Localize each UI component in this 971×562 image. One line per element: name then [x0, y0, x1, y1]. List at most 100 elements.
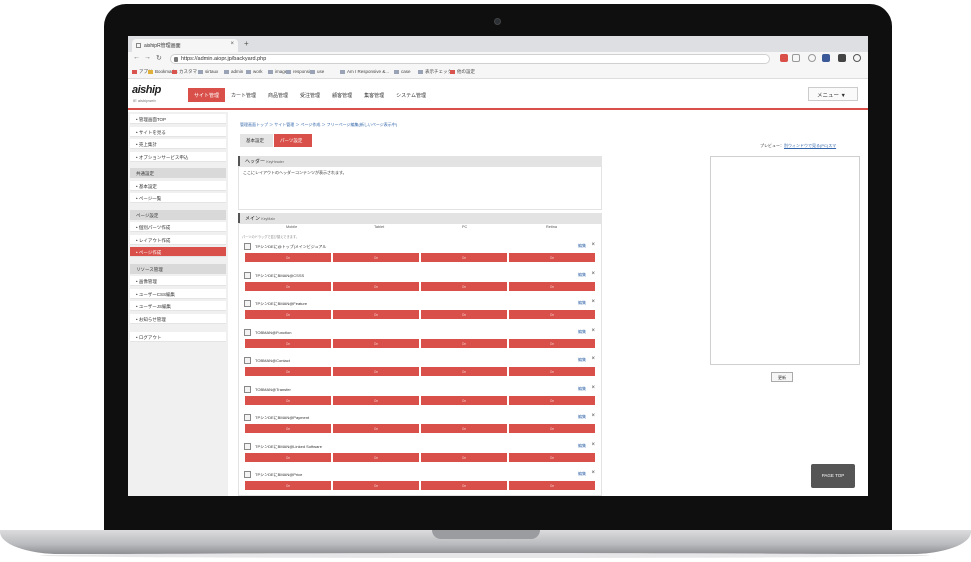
sidebar-item[interactable]: • ユーザーJS編集: [130, 301, 226, 311]
device-on-toggle[interactable]: On: [509, 424, 595, 433]
sidebar-item[interactable]: • 個別パーツ作成: [130, 222, 226, 232]
profile-icon[interactable]: [838, 54, 846, 62]
part-block[interactable]: TOBMAN@Contact 編集 × On On On On: [242, 355, 598, 379]
sidebar-item[interactable]: • 売上集計: [130, 139, 226, 149]
nav-item[interactable]: カート管理: [225, 88, 262, 102]
drag-handle-icon[interactable]: [244, 385, 251, 393]
sidebar-item[interactable]: • レイアウト作成: [130, 234, 226, 245]
device-on-toggle[interactable]: On: [509, 253, 595, 262]
part-block[interactable]: TPシンDEにBMAN@Price 編集 × On On On On: [242, 469, 598, 493]
sidebar-item[interactable]: • ページ一覧: [130, 193, 226, 203]
close-tab-icon[interactable]: ×: [230, 41, 234, 47]
circle-extension-icon[interactable]: [808, 54, 816, 62]
sidebar-item[interactable]: • お知らせ管理: [130, 313, 226, 324]
device-on-toggle[interactable]: On: [245, 395, 331, 405]
nav-item[interactable]: システム管理: [390, 88, 432, 102]
device-on-toggle[interactable]: On: [509, 310, 595, 319]
close-icon[interactable]: ×: [591, 328, 595, 334]
device-on-toggle[interactable]: On: [333, 424, 419, 433]
nav-item[interactable]: サイト管理: [188, 88, 226, 102]
menu-button[interactable]: メニュー ▼: [808, 87, 858, 101]
bookmark-item[interactable]: 表示チェック: [418, 69, 452, 75]
device-on-toggle[interactable]: On: [509, 395, 595, 405]
bookmark-item[interactable]: sirtaux: [198, 69, 218, 74]
back-icon[interactable]: ←: [133, 54, 140, 61]
device-on-toggle[interactable]: On: [245, 367, 331, 376]
new-tab-icon[interactable]: +: [244, 39, 249, 48]
sidebar-item[interactable]: • ページ作成: [130, 247, 226, 257]
device-on-toggle[interactable]: On: [245, 424, 331, 433]
nav-item[interactable]: 受注管理: [294, 88, 326, 102]
edit-link[interactable]: 編集: [578, 471, 586, 477]
reload-icon[interactable]: ↻: [156, 54, 162, 62]
device-on-toggle[interactable]: On: [245, 310, 331, 319]
nav-item[interactable]: 商品管理: [262, 88, 294, 102]
part-block[interactable]: TOBMAN@Function 編集 × On On On On: [242, 327, 598, 351]
address-bar[interactable]: https://admin.aiopr.jp/backyard.php: [170, 54, 770, 64]
device-on-toggle[interactable]: On: [421, 367, 507, 376]
device-on-toggle[interactable]: On: [421, 452, 507, 462]
edit-link[interactable]: 編集: [578, 329, 586, 335]
close-icon[interactable]: ×: [591, 385, 595, 391]
close-icon[interactable]: ×: [591, 470, 595, 476]
edit-link[interactable]: 編集: [578, 443, 586, 449]
device-on-toggle[interactable]: On: [421, 395, 507, 405]
device-on-toggle[interactable]: On: [509, 281, 595, 291]
device-on-toggle[interactable]: On: [333, 310, 419, 319]
device-on-toggle[interactable]: On: [333, 481, 419, 490]
close-icon[interactable]: ×: [591, 299, 595, 305]
close-icon[interactable]: ×: [591, 413, 595, 419]
edit-link[interactable]: 編集: [578, 357, 586, 363]
edit-link[interactable]: 編集: [578, 386, 586, 392]
bookmark-item[interactable]: use: [310, 69, 324, 74]
drag-handle-icon[interactable]: [244, 414, 251, 421]
part-block[interactable]: TPシンDEにBMAN@CSSS 編集 × On On On On: [242, 270, 598, 294]
device-on-toggle[interactable]: On: [245, 253, 331, 262]
nav-item[interactable]: 顧客管理: [326, 88, 358, 102]
sidebar-item[interactable]: • ユーザーCSS編集: [130, 288, 226, 299]
edit-link[interactable]: 編集: [578, 243, 586, 249]
device-on-toggle[interactable]: On: [421, 253, 507, 262]
tab-basic-settings[interactable]: 基本設定: [240, 134, 273, 147]
part-block[interactable]: TPシンDEにBMAN@Payment 編集 × On On On On: [242, 412, 598, 436]
drag-handle-icon[interactable]: [244, 328, 251, 336]
part-block[interactable]: TPシンDEにBMAN@Feature 編集 × On On On On: [242, 298, 598, 322]
star-icon[interactable]: [792, 54, 800, 62]
bookmark-item[interactable]: Am I Responsive &...: [340, 69, 389, 74]
bookmark-item[interactable]: カスタマ: [172, 69, 197, 75]
device-on-toggle[interactable]: On: [421, 424, 507, 433]
edit-link[interactable]: 編集: [578, 272, 586, 278]
facebook-extension-icon[interactable]: [822, 54, 830, 62]
drag-handle-icon[interactable]: [244, 442, 251, 450]
device-on-toggle[interactable]: On: [245, 338, 331, 348]
device-on-toggle[interactable]: On: [509, 367, 595, 376]
device-on-toggle[interactable]: On: [421, 281, 507, 291]
close-icon[interactable]: ×: [591, 242, 595, 248]
drag-handle-icon[interactable]: [244, 243, 251, 250]
bookmark-item[interactable]: work: [246, 69, 263, 74]
close-icon[interactable]: ×: [591, 356, 595, 362]
device-on-toggle[interactable]: On: [333, 395, 419, 405]
drag-handle-icon[interactable]: [244, 271, 251, 279]
device-on-toggle[interactable]: On: [333, 253, 419, 262]
drag-handle-icon[interactable]: [244, 471, 251, 478]
device-on-toggle[interactable]: On: [333, 452, 419, 462]
update-button[interactable]: 更新: [771, 372, 793, 382]
browser-tab[interactable]: aishipR管理画面 ×: [132, 39, 238, 52]
sidebar-item[interactable]: • 管理画面TOP: [130, 114, 226, 124]
sidebar-item[interactable]: • 基本設定: [130, 180, 226, 191]
nav-item[interactable]: 集客管理: [358, 88, 390, 102]
device-on-toggle[interactable]: On: [245, 281, 331, 291]
part-block[interactable]: TPシンDEにBMAN@Linked Software 編集 × On On On On: [242, 441, 598, 465]
preview-open-link[interactable]: 別ウィンドウで見る(PC)スマ: [784, 143, 836, 148]
device-on-toggle[interactable]: On: [333, 367, 419, 376]
page-top-button[interactable]: PAGE TOP: [811, 464, 855, 488]
breadcrumb[interactable]: 管理画面トップ ＞ サイト管理 ＞ ページ作成 ＞ フリーページ編集(新しいペー…: [240, 122, 397, 128]
bookmark-item[interactable]: admin: [224, 69, 243, 74]
sidebar-item[interactable]: • オプションサービス申込: [130, 151, 226, 162]
device-on-toggle[interactable]: On: [245, 481, 331, 490]
settings-icon[interactable]: [853, 54, 861, 62]
device-on-toggle[interactable]: On: [245, 452, 331, 462]
part-block[interactable]: TOBMAN@Transfer 編集 × On On On On: [242, 384, 598, 408]
logo[interactable]: aiship: [132, 84, 161, 96]
